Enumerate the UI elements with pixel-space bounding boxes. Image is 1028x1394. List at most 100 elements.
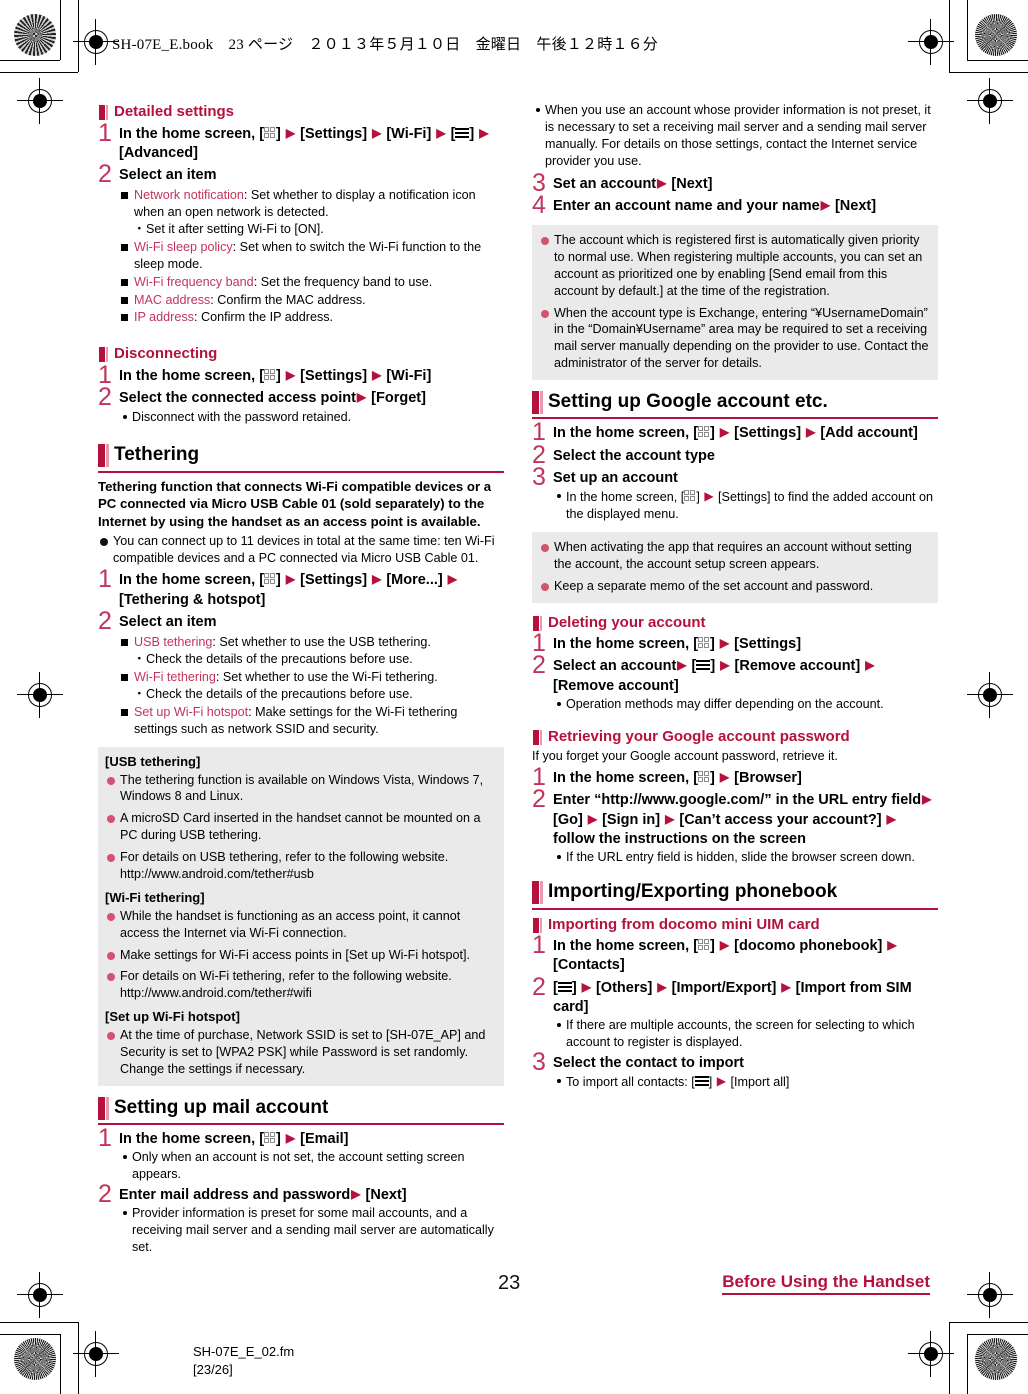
- step-number: 1: [98, 1124, 112, 1153]
- step-text: Enter mail address and password▶ [Next]: [119, 1186, 504, 1205]
- list-item: In the home screen, [] ▶ [Settings] to f…: [553, 488, 938, 523]
- step-retrieving-password-2: 2 Enter “http://www.google.com/” in the …: [532, 787, 938, 866]
- step-phonebook-3: 3 Select the contact to import To import…: [532, 1049, 938, 1091]
- list-item: Check the details of the precautions bef…: [133, 651, 504, 668]
- sub-list: Check the details of the precautions bef…: [133, 686, 504, 703]
- note-part: ]: [708, 1075, 716, 1090]
- step-number: 4: [532, 190, 546, 219]
- arrow-icon: ▶: [372, 367, 382, 382]
- list-item: Wi-Fi frequency band: Set the frequency …: [119, 274, 504, 291]
- step-detailed-settings-2: 2 Select an item Network notification: S…: [98, 162, 504, 326]
- apps-grid-icon: [698, 771, 710, 783]
- disconnecting-notes: Disconnect with the password retained.: [119, 409, 504, 426]
- list-item: Network notification: Set whether to dis…: [119, 187, 504, 238]
- step-text-part: [Forget]: [367, 390, 426, 407]
- mail-account-note-list: The account which is registered first is…: [539, 232, 929, 372]
- list-item: The account which is registered first is…: [539, 232, 929, 300]
- item-desc: : Confirm the MAC address.: [210, 292, 366, 307]
- step-text: In the home screen, [] ▶ [Settings]: [553, 635, 938, 654]
- step-text-part: [Settings]: [296, 367, 372, 384]
- step-text-part: ]: [276, 367, 285, 384]
- step-text: Set an account▶ [Next]: [553, 175, 938, 194]
- apps-grid-icon: [684, 490, 696, 502]
- step-text-part: [Wi-Fi]: [382, 125, 436, 142]
- tethering-intro: Tethering function that connects Wi-Fi c…: [98, 478, 492, 529]
- heading-setting-up-mail-account: Setting up mail account: [98, 1096, 504, 1126]
- retrieving-password-intro: If you forget your Google account passwo…: [532, 749, 838, 764]
- apps-grid-icon: [264, 126, 276, 139]
- step-text-part: In the home screen, [: [553, 938, 699, 954]
- right-column: When you use an account whose provider i…: [532, 102, 938, 1092]
- list-item: To import all contacts: [] ▶ [Import all…: [553, 1073, 938, 1091]
- step-text-part: Enter “http://www.google.com/” in the UR…: [553, 792, 922, 809]
- step-text-part: [: [446, 125, 456, 142]
- note-part: [Import all]: [727, 1075, 790, 1090]
- heading-retrieving-google-password: Retrieving your Google account password: [532, 727, 938, 747]
- arrow-icon: ▶: [285, 572, 296, 587]
- step-text-part: [: [687, 658, 697, 675]
- list-item: Keep a separate memo of the set account …: [539, 578, 929, 595]
- google-account-notes-box: When activating the app that requires an…: [532, 531, 938, 603]
- step-number: 2: [98, 606, 112, 635]
- arrow-icon: ▶: [720, 658, 730, 673]
- item-keyword: USB tethering: [134, 635, 213, 650]
- step-text-part: [Settings]: [296, 125, 372, 142]
- step-text: Select the account type: [553, 447, 715, 464]
- step-text: In the home screen, [] ▶ [Browser]: [553, 769, 938, 788]
- step-number: 1: [532, 931, 546, 959]
- item-keyword: Network notification: [134, 188, 244, 203]
- step-text-part: [Others]: [591, 979, 657, 996]
- step-retrieving-password-1: 1 In the home screen, [] ▶ [Browser]: [532, 765, 938, 790]
- phonebook-step2-notes: If there are multiple accounts, the scre…: [553, 1017, 938, 1051]
- step-text-part: In the home screen, [: [119, 367, 265, 384]
- step-text: In the home screen, [] ▶ [Settings] ▶ [W…: [119, 367, 504, 386]
- step-number: 2: [532, 972, 546, 1001]
- mail-step1-notes: Only when an account is not set, the acc…: [119, 1149, 504, 1183]
- step-phonebook-1: 1 In the home screen, [] ▶ [docomo phone…: [532, 933, 938, 976]
- note-part: In the home screen, [: [566, 490, 685, 505]
- step-text-part: [Add account]: [816, 425, 918, 442]
- step-mail-account-1: 1 In the home screen, [] ▶ [Email] Only …: [98, 1126, 504, 1183]
- wifi-tethering-notes: While the handset is functioning as an a…: [105, 908, 495, 1002]
- step-google-account-1: 1 In the home screen, [] ▶ [Settings] ▶ …: [532, 420, 938, 445]
- list-item: If the URL entry field is hidden, slide …: [553, 849, 938, 866]
- step-mail-account-4: 4 Enter an account name and your name▶ […: [532, 192, 938, 217]
- step-text: Select an account▶ [] ▶ [Remove account]…: [553, 657, 938, 696]
- box-heading-usb-tethering: [USB tethering]: [105, 753, 201, 769]
- step-text-part: [Remove account]: [553, 677, 679, 694]
- list-item: Wi-Fi sleep policy: Set when to switch t…: [119, 239, 504, 273]
- step-text-part: [Next]: [830, 197, 877, 214]
- item-keyword: IP address: [134, 310, 194, 325]
- list-item: If there are multiple accounts, the scre…: [553, 1017, 938, 1051]
- step-text-part: ]: [276, 1131, 285, 1148]
- apps-grid-icon: [698, 426, 710, 438]
- menu-hamburger-icon: [455, 127, 470, 139]
- step-text-part: [Go]: [553, 811, 587, 828]
- heading-detailed-settings: Detailed settings: [98, 102, 504, 122]
- arrow-icon: ▶: [781, 979, 791, 994]
- list-item: Disconnect with the password retained.: [119, 409, 504, 426]
- step-text: Enter “http://www.google.com/” in the UR…: [553, 791, 938, 849]
- step-google-account-2: 2 Select the account type: [532, 442, 938, 467]
- arrow-icon: ▶: [285, 1131, 296, 1146]
- step-text-part: [docomo phonebook]: [730, 938, 887, 954]
- step-text-part: Select an account: [553, 658, 677, 675]
- usb-tethering-notes: The tethering function is available on W…: [105, 772, 495, 883]
- list-item: Set it after setting Wi-Fi to [ON].: [133, 221, 504, 238]
- step-text-part: [Email]: [296, 1131, 349, 1148]
- mail-account-notes-box: The account which is registered first is…: [532, 225, 938, 381]
- arrow-icon: ▶: [922, 792, 932, 807]
- item-keyword: Wi-Fi frequency band: [134, 274, 254, 289]
- list-item: Check the details of the precautions bef…: [133, 686, 504, 703]
- google-step3-notes: In the home screen, [] ▶ [Settings] to f…: [553, 488, 938, 523]
- arrow-icon: ▶: [356, 390, 367, 405]
- item-keyword: Wi-Fi sleep policy: [134, 239, 233, 254]
- list-item: The tethering function is available on W…: [105, 772, 495, 806]
- step-detailed-settings-1: 1 In the home screen, [] ▶ [Settings] ▶ …: [98, 120, 504, 164]
- heading-setting-up-google-account: Setting up Google account etc.: [532, 390, 938, 420]
- list-item: You can connect up to 11 devices in tota…: [98, 533, 504, 567]
- arrow-icon: ▶: [436, 125, 446, 140]
- step-text-part: ]: [710, 636, 719, 653]
- heading-importing-exporting-phonebook: Importing/Exporting phonebook: [532, 880, 938, 910]
- list-item: While the handset is functioning as an a…: [105, 908, 495, 942]
